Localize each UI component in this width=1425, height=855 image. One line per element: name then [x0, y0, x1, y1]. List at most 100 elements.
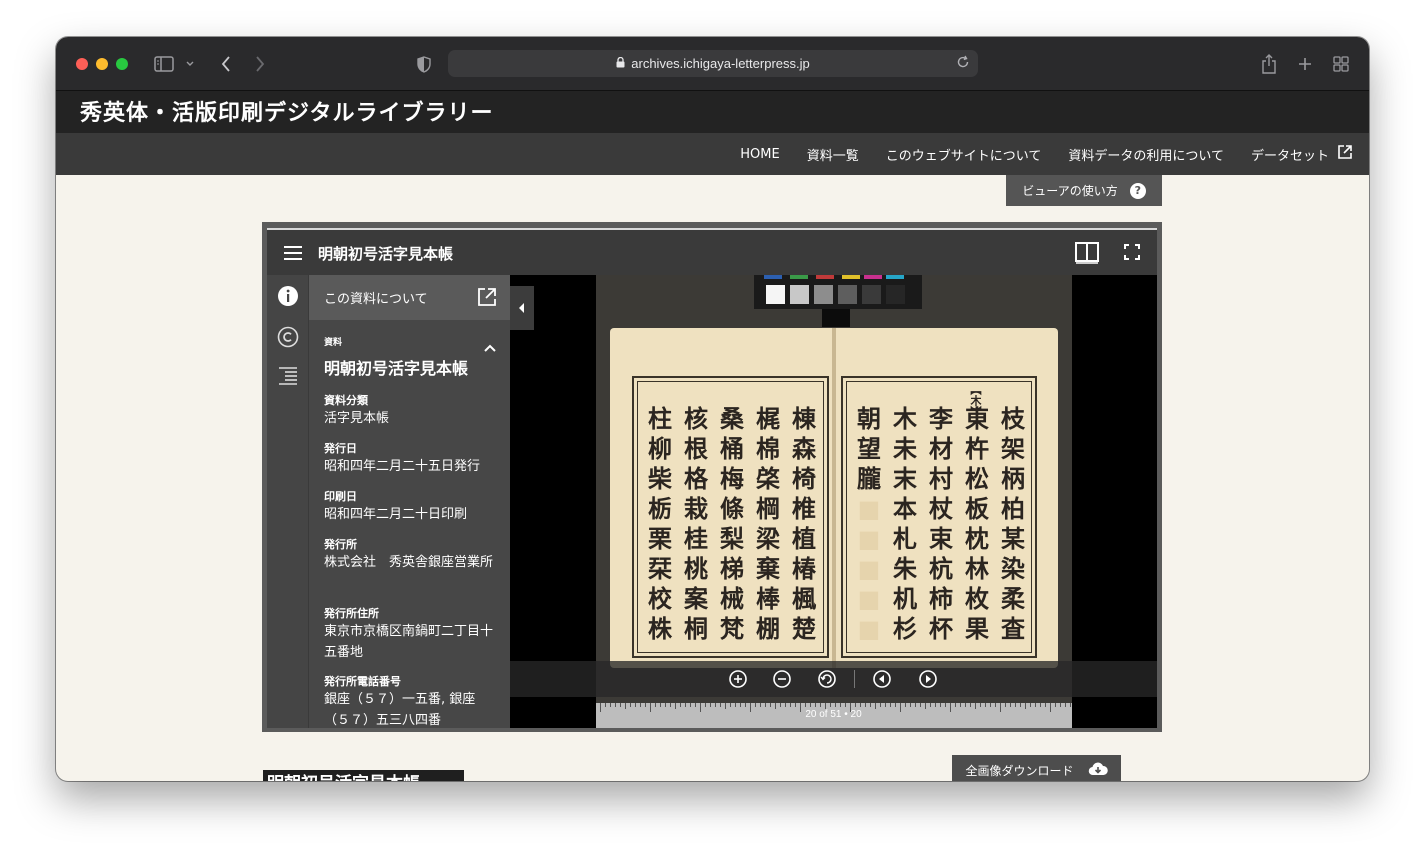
privacy-shield-icon[interactable]: [414, 51, 434, 77]
right-page-glyph: ■: [857, 494, 881, 523]
info-panel-title: この資料について: [324, 292, 428, 307]
left-page-glyph: 格: [684, 464, 708, 493]
collapse-panel-button[interactable]: [510, 286, 534, 330]
nav-dataset[interactable]: データセット: [1251, 144, 1353, 164]
left-page-glyph: 楓: [792, 584, 816, 613]
lock-icon: [616, 56, 625, 71]
ruler-tick: [735, 703, 736, 707]
viewer-help-button[interactable]: ビューアの使い方 ?: [1006, 175, 1162, 206]
reset-zoom-icon[interactable]: [818, 670, 836, 688]
viewer-canvas[interactable]: 棟梶桑核柱森棉桶根柳椅棨梅格柴椎棡條栽栃植梁梨桂栗椿棄梯桃栞楓棒械案校楚棚梵桐株…: [510, 275, 1157, 728]
ruler-tick: [870, 703, 871, 707]
copyright-icon[interactable]: [277, 326, 299, 348]
reload-icon[interactable]: [956, 55, 970, 72]
ruler-tick: [955, 703, 956, 707]
ruler-tick: [655, 703, 656, 707]
browser-toolbar: archives.ichigaya-letterpress.jp: [56, 37, 1369, 91]
ruler-tick: [910, 703, 911, 707]
left-page-glyph: 栞: [648, 554, 672, 583]
right-page-glyph: 杖: [929, 494, 953, 523]
ruler-tick: [830, 703, 831, 707]
ruler-tick: [915, 703, 916, 707]
sidebar-toggle-icon[interactable]: [152, 51, 176, 77]
chevron-down-icon[interactable]: [184, 51, 196, 77]
address-bar[interactable]: archives.ichigaya-letterpress.jp: [448, 50, 978, 77]
previous-page-icon[interactable]: [873, 670, 891, 688]
field-publisher: 発行所 株式会社 秀英舎銀座営業所: [324, 536, 499, 573]
ruler-tick: [795, 703, 796, 707]
ruler-tick: [660, 703, 661, 707]
open-external-icon[interactable]: [477, 287, 497, 311]
left-page-glyph: 栗: [648, 524, 672, 553]
collapse-section-icon[interactable]: [484, 337, 496, 356]
zoom-out-icon[interactable]: [773, 670, 791, 688]
minimize-window-button[interactable]: [96, 58, 108, 70]
tab-overview-icon[interactable]: [1330, 51, 1352, 77]
left-page-glyph: 椿: [792, 554, 816, 583]
nav-data-usage[interactable]: 資料データの利用について: [1068, 145, 1224, 164]
field-publisher-phone: 発行所電話番号 銀座（５７）一五番, 銀座（５７）五三八四番: [324, 673, 499, 728]
right-page-glyph: 某: [1001, 524, 1025, 553]
left-page-glyph: 椎: [792, 494, 816, 523]
right-page-glyph: 枕: [965, 524, 989, 553]
site-title[interactable]: 秀英体・活版印刷デジタルライブラリー: [80, 95, 494, 127]
left-page-glyph: 棒: [756, 584, 780, 613]
forward-icon[interactable]: [250, 51, 270, 77]
field-label: 発行所電話番号: [324, 675, 401, 688]
right-page-glyph: 林: [965, 554, 989, 583]
download-all-images-button[interactable]: 全画像ダウンロード: [952, 755, 1121, 781]
ruler-tick: [860, 703, 861, 707]
page-indicator: 20 of 51 • 20: [805, 709, 862, 720]
ruler-tick: [835, 703, 836, 707]
ruler-tick: [1010, 703, 1011, 707]
zoom-in-icon[interactable]: [729, 670, 747, 688]
next-page-icon[interactable]: [919, 670, 937, 688]
right-page-glyph: 柄: [1001, 464, 1025, 493]
book-view-icon[interactable]: [1075, 242, 1099, 268]
browser-window: archives.ichigaya-letterpress.jp 秀英体・活版印…: [56, 37, 1369, 781]
ruler-tick: [770, 703, 771, 707]
right-page-glyph: 柿: [929, 584, 953, 613]
ruler-tick: [605, 703, 606, 707]
new-tab-icon[interactable]: [1294, 51, 1316, 77]
left-page-glyph: 核: [684, 404, 708, 433]
left-page-glyph: 桑: [720, 404, 744, 433]
right-page-glyph: 望: [857, 434, 881, 463]
right-page-glyph: 木: [893, 404, 917, 433]
right-page-glyph: 杵: [965, 434, 989, 463]
menu-icon[interactable]: [284, 245, 302, 264]
close-window-button[interactable]: [76, 58, 88, 70]
left-page-glyph: 梯: [720, 554, 744, 583]
left-page-glyph: 校: [648, 584, 672, 613]
ruler-tick: [880, 703, 881, 707]
left-page-glyph: 梨: [720, 524, 744, 553]
nav-materials[interactable]: 資料一覧: [807, 145, 859, 164]
nav-home[interactable]: HOME: [740, 147, 779, 162]
nav-about[interactable]: このウェブサイトについて: [886, 145, 1042, 164]
right-page-glyph: 東: [965, 404, 989, 433]
left-page-glyph: 棚: [756, 614, 780, 643]
category-label: 資料: [324, 338, 343, 348]
table-of-contents-icon[interactable]: [277, 365, 299, 387]
ruler-tick: [1065, 703, 1066, 707]
share-icon[interactable]: [1258, 51, 1280, 77]
left-page-glyph: 桂: [684, 524, 708, 553]
controls-divider: [854, 670, 855, 688]
left-page-glyph: 棉: [756, 434, 780, 463]
fullscreen-icon[interactable]: [1124, 244, 1140, 264]
right-page-glyph: 果: [965, 614, 989, 643]
ruler-tick: [1015, 703, 1016, 707]
ruler-tick: [1005, 703, 1006, 707]
back-icon[interactable]: [216, 51, 236, 77]
left-page-glyphs: 棟梶桑核柱森棉桶根柳椅棨梅格柴椎棡條栽栃植梁梨桂栗椿棄梯桃栞楓棒械案校楚棚梵桐株: [642, 406, 822, 642]
info-icon[interactable]: [277, 285, 299, 307]
right-page-glyph: 朧: [857, 464, 881, 493]
right-page-glyph: 机: [893, 584, 917, 613]
ruler-tick: [730, 703, 731, 707]
color-calibration-bar: [754, 275, 922, 309]
left-page-glyph: 椅: [792, 464, 816, 493]
zoom-window-button[interactable]: [116, 58, 128, 70]
left-page-glyph: 棡: [756, 494, 780, 523]
ruler-tick: [685, 703, 686, 707]
right-page-glyph: 松: [965, 464, 989, 493]
